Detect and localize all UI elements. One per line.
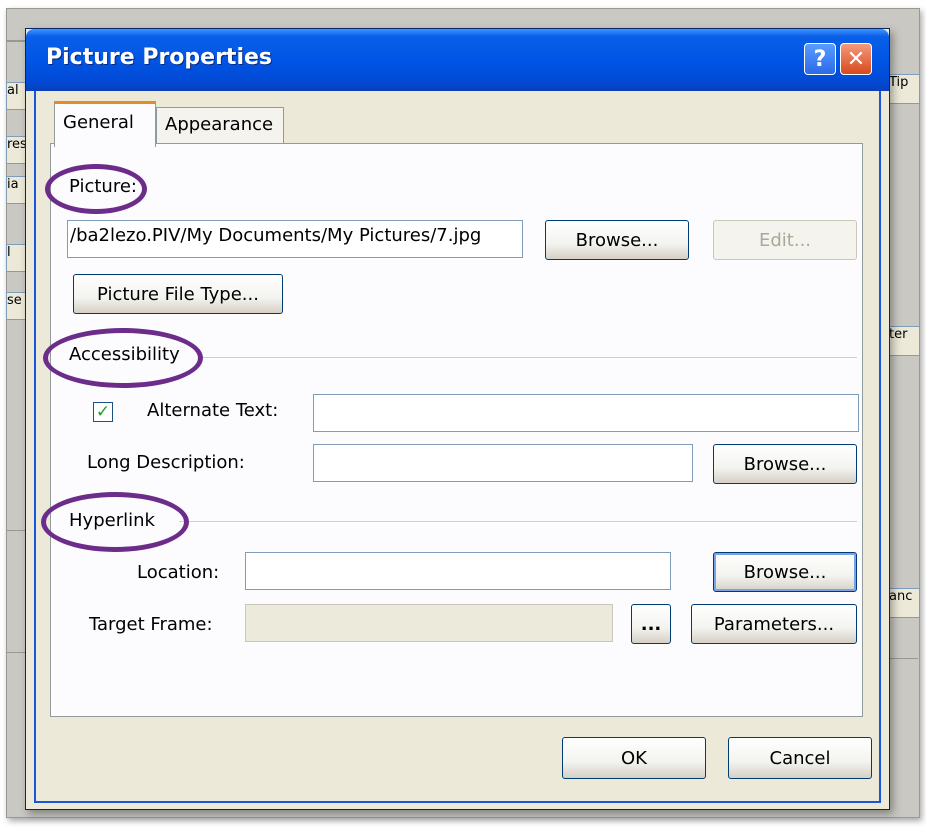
location-browse-button[interactable]: Browse...: [713, 552, 857, 592]
checkmark-icon: ✓: [95, 402, 111, 422]
background-fragment: ter: [888, 326, 920, 356]
tab-general[interactable]: General: [54, 101, 156, 147]
picture-file-type-button[interactable]: Picture File Type...: [73, 274, 283, 314]
dialog-title: Picture Properties: [46, 45, 272, 70]
target-frame-picker-button[interactable]: ...: [631, 604, 671, 644]
general-tab-panel: Picture: /ba2lezo.PIV/My Documents/My Pi…: [41, 143, 863, 717]
close-icon: ✕: [846, 46, 866, 72]
picture-path-field[interactable]: /ba2lezo.PIV/My Documents/My Pictures/7.…: [67, 220, 523, 258]
background-divider: [890, 658, 918, 659]
background-fragment: Tip: [888, 74, 920, 104]
parameters-button[interactable]: Parameters...: [691, 604, 857, 644]
tab-appearance[interactable]: Appearance: [156, 107, 284, 145]
alternate-text-field[interactable]: [313, 394, 859, 432]
picture-properties-dialog: Picture Properties ? ✕ Appearance Genera…: [25, 28, 890, 810]
highlight-ring-accessibility: [43, 328, 203, 388]
ok-button[interactable]: OK: [562, 737, 706, 779]
picture-browse-button[interactable]: Browse...: [545, 220, 689, 260]
highlight-ring-hyperlink: [41, 492, 189, 552]
target-frame-label: Target Frame:: [89, 614, 213, 635]
accessibility-separator: [201, 357, 857, 359]
alternate-text-label: Alternate Text:: [147, 400, 279, 421]
help-icon: ?: [813, 46, 827, 72]
picture-edit-button[interactable]: Edit...: [713, 220, 857, 260]
long-description-label: Long Description:: [87, 452, 245, 473]
location-label: Location:: [137, 562, 220, 583]
highlight-ring-picture: [45, 164, 147, 214]
background-fragment: anc: [888, 588, 920, 618]
title-bar[interactable]: Picture Properties ? ✕: [26, 29, 889, 91]
long-description-browse-button[interactable]: Browse...: [713, 444, 857, 484]
hyperlink-separator: [179, 521, 857, 523]
close-button[interactable]: ✕: [840, 43, 872, 75]
target-frame-field[interactable]: [245, 604, 613, 642]
location-field[interactable]: [245, 552, 671, 590]
alternate-text-checkbox[interactable]: ✓: [93, 402, 113, 422]
cancel-button[interactable]: Cancel: [728, 737, 872, 779]
pencil-icon: ...: [640, 613, 662, 635]
long-description-field[interactable]: [313, 444, 693, 482]
help-button[interactable]: ?: [804, 43, 836, 75]
